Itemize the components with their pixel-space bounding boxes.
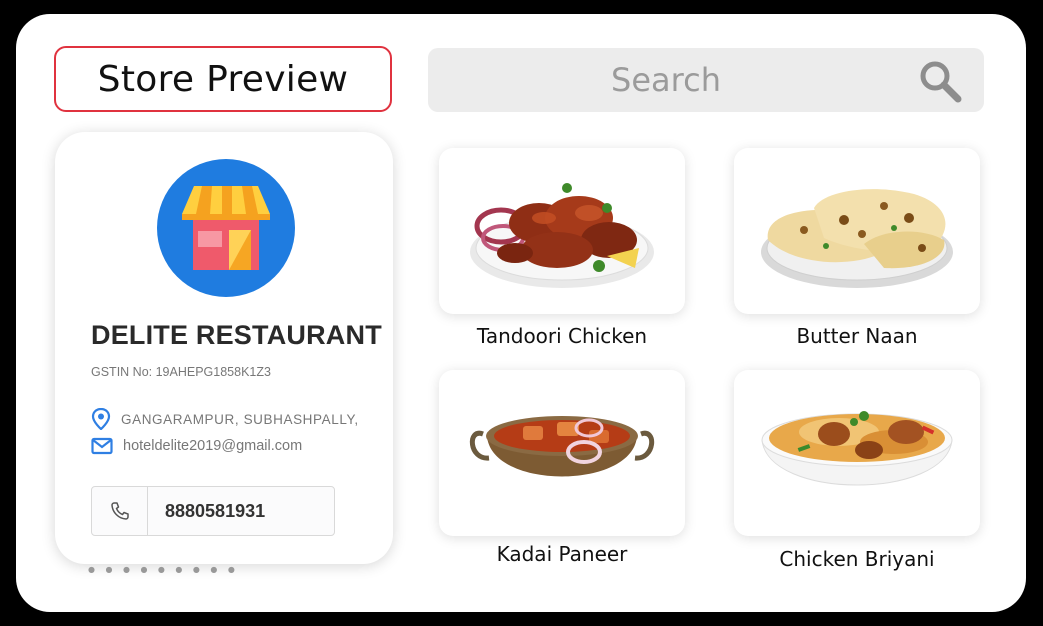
address-text: GANGARAMPUR, SUBHASHPALLY,: [121, 411, 359, 427]
gstin-text: GSTIN No: 19AHEPG1858K1Z3: [91, 365, 271, 379]
menu-card-kadai-paneer[interactable]: [439, 370, 685, 536]
tandoori-chicken-image: [470, 183, 654, 288]
menu-card-butter-naan[interactable]: [734, 148, 980, 314]
phone-field[interactable]: 8880581931: [91, 486, 335, 536]
butter-naan-image: [761, 189, 953, 288]
mail-icon: [91, 437, 113, 455]
location-pin-icon: [91, 408, 111, 430]
search-icon[interactable]: [918, 59, 962, 103]
menu-card-tandoori-chicken[interactable]: [439, 148, 685, 314]
store-logo-icon: [157, 159, 295, 297]
address-row: GANGARAMPUR, SUBHASHPALLY,: [91, 408, 359, 430]
page-title: Store Preview: [54, 46, 392, 112]
menu-item-name: Tandoori Chicken: [476, 324, 648, 348]
search-bar[interactable]: [428, 48, 984, 112]
menu-item-name: Kadai Paneer: [496, 542, 628, 566]
chicken-briyani-image: [761, 411, 953, 486]
email-row: hoteldelite2019@gmail.com: [91, 437, 302, 455]
menu-item-name: Butter Naan: [796, 324, 918, 348]
menu-item-name: Chicken Briyani: [779, 547, 935, 571]
email-text: hoteldelite2019@gmail.com: [123, 438, 303, 454]
store-name: DELITE RESTAURANT: [91, 320, 382, 350]
phone-number: 8880581931: [165, 500, 266, 521]
search-input[interactable]: [428, 48, 984, 112]
store-card: DELITE RESTAURANT GSTIN No: 19AHEPG1858K…: [55, 132, 393, 564]
phone-icon-cell: [92, 487, 148, 535]
menu-card-chicken-briyani[interactable]: [734, 370, 980, 536]
pagination-dots: ●●●●●●●●●: [88, 565, 246, 574]
phone-icon: [110, 502, 129, 520]
kadai-paneer-image: [455, 386, 669, 524]
